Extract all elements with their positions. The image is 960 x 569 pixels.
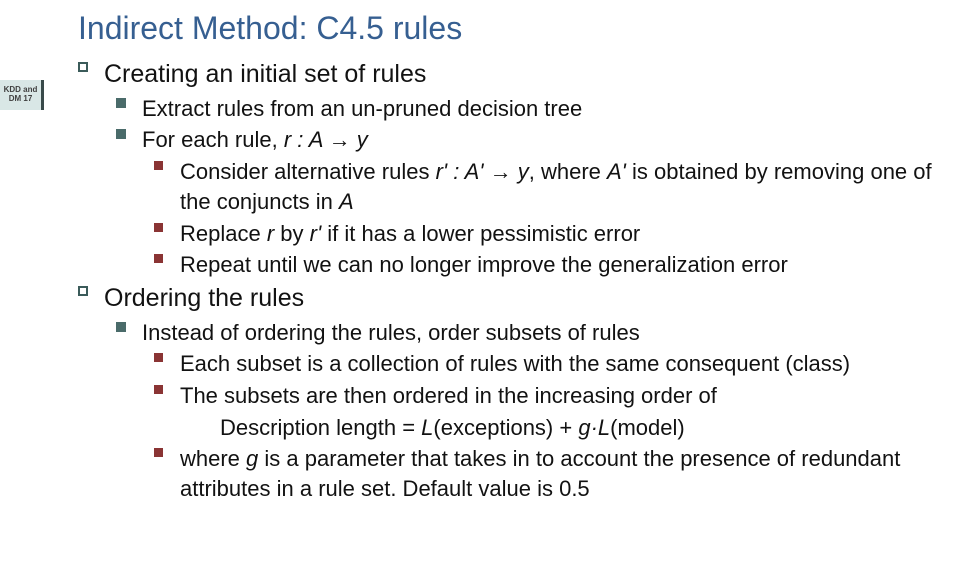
text-frag-ital: g: [246, 446, 258, 471]
bullet-text: Replace r by r' if it has a lower pessim…: [180, 219, 940, 249]
bullet-square-red-icon: [154, 219, 180, 232]
bullet-square-red-icon: [154, 250, 180, 263]
bullet-square-open-icon: [78, 58, 104, 72]
bullet-square-teal-icon: [116, 125, 142, 139]
sidebar-line2: DM 17: [9, 95, 33, 104]
text-frag: Replace: [180, 221, 267, 246]
text-frag: is a parameter that takes in to account …: [180, 446, 900, 501]
text-frag-ital: A': [607, 159, 626, 184]
section-heading: Ordering the rules: [104, 282, 940, 316]
text-frag: where: [180, 446, 246, 471]
bullet-text: Repeat until we can no longer improve th…: [180, 250, 940, 280]
bullet-text: Consider alternative rules r' : A' → y, …: [180, 157, 940, 216]
text-frag-ital: r': [310, 221, 322, 246]
text-frag: by: [274, 221, 309, 246]
bullet-square-red-icon: [154, 381, 180, 394]
text-frag: Description length =: [220, 415, 421, 440]
bullet-square-open-icon: [78, 282, 104, 296]
text-frag: if it has a lower pessimistic error: [321, 221, 640, 246]
text-frag-ital: L: [421, 415, 433, 440]
bullet-square-red-icon: [154, 349, 180, 362]
text-frag-ital: g·L: [578, 415, 610, 440]
bullet-text: Each subset is a collection of rules wit…: [180, 349, 940, 379]
page-title: Indirect Method: C4.5 rules: [78, 10, 462, 47]
text-frag: , where: [529, 159, 607, 184]
bullet-text: Instead of ordering the rules, order sub…: [142, 318, 940, 348]
bullet-text: Extract rules from an un-pruned decision…: [142, 94, 940, 124]
text-frag-ital: A: [339, 189, 354, 214]
bullet-text: The subsets are then ordered in the incr…: [180, 381, 940, 411]
bullet-square-teal-icon: [116, 318, 142, 332]
section-heading: Creating an initial set of rules: [104, 58, 940, 92]
text-frag: For each rule,: [142, 127, 284, 152]
bullet-square-teal-icon: [116, 94, 142, 108]
bullet-text: For each rule, r : A → y: [142, 125, 940, 155]
text-frag: (exceptions) +: [433, 415, 578, 440]
bullet-square-red-icon: [154, 444, 180, 457]
bullet-text: Description length = L(exceptions) + g·L…: [220, 413, 940, 443]
bullet-square-red-icon: [154, 157, 180, 170]
slide-number-badge: KDD and DM 17: [0, 80, 44, 110]
text-frag-ital: r : A → y: [284, 127, 368, 152]
text-frag: Consider alternative rules: [180, 159, 436, 184]
text-frag-ital: r' : A' → y: [436, 159, 529, 184]
bullet-text: where g is a parameter that takes in to …: [180, 444, 940, 503]
text-frag: (model): [610, 415, 685, 440]
slide-content: Creating an initial set of rules Extract…: [78, 58, 940, 506]
